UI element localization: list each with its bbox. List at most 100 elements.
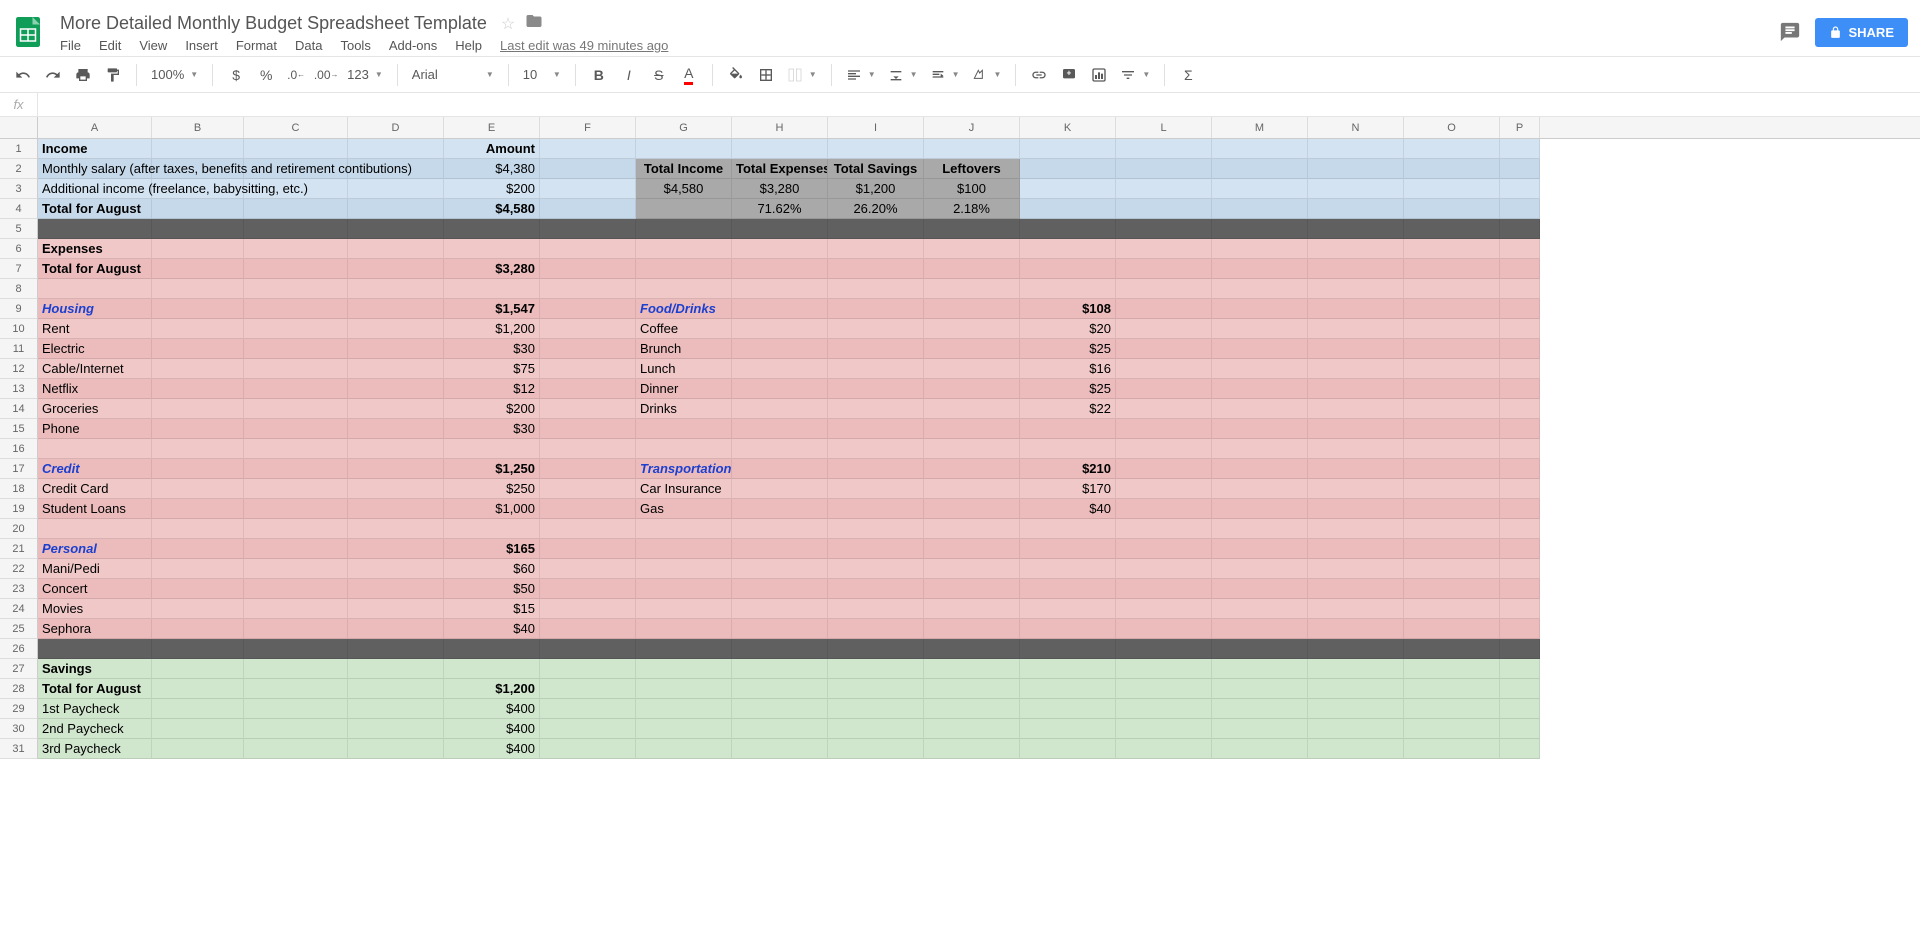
cell-I23[interactable] xyxy=(828,579,924,599)
cell-L24[interactable] xyxy=(1116,599,1212,619)
fontsize-select[interactable]: 10▼ xyxy=(519,62,565,88)
cell-O20[interactable] xyxy=(1404,519,1500,539)
cell-B6[interactable] xyxy=(152,239,244,259)
cell-F5[interactable] xyxy=(540,219,636,239)
cell-L15[interactable] xyxy=(1116,419,1212,439)
cell-G20[interactable] xyxy=(636,519,732,539)
cell-L22[interactable] xyxy=(1116,559,1212,579)
cell-K15[interactable] xyxy=(1020,419,1116,439)
cell-A13[interactable]: Netflix xyxy=(38,379,152,399)
cell-A31[interactable]: 3rd Paycheck xyxy=(38,739,152,759)
cell-P28[interactable] xyxy=(1500,679,1540,699)
cell-N27[interactable] xyxy=(1308,659,1404,679)
cell-I11[interactable] xyxy=(828,339,924,359)
cell-C29[interactable] xyxy=(244,699,348,719)
cell-G10[interactable]: Coffee xyxy=(636,319,732,339)
cell-M27[interactable] xyxy=(1212,659,1308,679)
cell-O30[interactable] xyxy=(1404,719,1500,739)
cell-B26[interactable] xyxy=(152,639,244,659)
cell-K14[interactable]: $22 xyxy=(1020,399,1116,419)
cell-P22[interactable] xyxy=(1500,559,1540,579)
menu-tools[interactable]: Tools xyxy=(340,38,370,53)
cell-P24[interactable] xyxy=(1500,599,1540,619)
cell-F16[interactable] xyxy=(540,439,636,459)
cell-A3[interactable]: Additional income (freelance, babysittin… xyxy=(38,179,152,199)
cell-N28[interactable] xyxy=(1308,679,1404,699)
cell-H3[interactable]: $3,280 xyxy=(732,179,828,199)
cell-E14[interactable]: $200 xyxy=(444,399,540,419)
cell-B22[interactable] xyxy=(152,559,244,579)
cell-L29[interactable] xyxy=(1116,699,1212,719)
cell-A21[interactable]: Personal xyxy=(38,539,152,559)
cell-P9[interactable] xyxy=(1500,299,1540,319)
cell-E3[interactable]: $200 xyxy=(444,179,540,199)
cell-P16[interactable] xyxy=(1500,439,1540,459)
cell-F18[interactable] xyxy=(540,479,636,499)
cell-L14[interactable] xyxy=(1116,399,1212,419)
cell-I28[interactable] xyxy=(828,679,924,699)
rowhdr-14[interactable]: 14 xyxy=(0,399,38,419)
cell-D15[interactable] xyxy=(348,419,444,439)
comments-icon[interactable] xyxy=(1779,21,1801,43)
rowhdr-1[interactable]: 1 xyxy=(0,139,38,159)
cell-P21[interactable] xyxy=(1500,539,1540,559)
cell-L1[interactable] xyxy=(1116,139,1212,159)
cell-O29[interactable] xyxy=(1404,699,1500,719)
cell-G21[interactable] xyxy=(636,539,732,559)
menu-addons[interactable]: Add-ons xyxy=(389,38,437,53)
cell-K27[interactable] xyxy=(1020,659,1116,679)
menu-edit[interactable]: Edit xyxy=(99,38,121,53)
cell-N19[interactable] xyxy=(1308,499,1404,519)
cell-P20[interactable] xyxy=(1500,519,1540,539)
number-format-select[interactable]: 123▼ xyxy=(343,62,387,88)
cell-O12[interactable] xyxy=(1404,359,1500,379)
menu-help[interactable]: Help xyxy=(455,38,482,53)
cell-J27[interactable] xyxy=(924,659,1020,679)
cell-P12[interactable] xyxy=(1500,359,1540,379)
cell-L17[interactable] xyxy=(1116,459,1212,479)
cell-O21[interactable] xyxy=(1404,539,1500,559)
cell-M1[interactable] xyxy=(1212,139,1308,159)
text-color-icon[interactable]: A xyxy=(676,62,702,88)
cell-K29[interactable] xyxy=(1020,699,1116,719)
cell-J19[interactable] xyxy=(924,499,1020,519)
cell-E23[interactable]: $50 xyxy=(444,579,540,599)
cell-G31[interactable] xyxy=(636,739,732,759)
borders-icon[interactable] xyxy=(753,62,779,88)
cell-N4[interactable] xyxy=(1308,199,1404,219)
cell-H6[interactable] xyxy=(732,239,828,259)
functions-icon[interactable]: Σ xyxy=(1175,62,1201,88)
cell-N7[interactable] xyxy=(1308,259,1404,279)
cell-M22[interactable] xyxy=(1212,559,1308,579)
cell-P14[interactable] xyxy=(1500,399,1540,419)
cell-D19[interactable] xyxy=(348,499,444,519)
cell-M16[interactable] xyxy=(1212,439,1308,459)
colhdr-O[interactable]: O xyxy=(1404,117,1500,138)
cell-B31[interactable] xyxy=(152,739,244,759)
cell-O13[interactable] xyxy=(1404,379,1500,399)
cell-J8[interactable] xyxy=(924,279,1020,299)
cell-I20[interactable] xyxy=(828,519,924,539)
cell-P29[interactable] xyxy=(1500,699,1540,719)
cell-M20[interactable] xyxy=(1212,519,1308,539)
decrease-decimal-icon[interactable]: .0← xyxy=(283,62,309,88)
redo-icon[interactable] xyxy=(40,62,66,88)
cell-H11[interactable] xyxy=(732,339,828,359)
cell-O3[interactable] xyxy=(1404,179,1500,199)
cell-P5[interactable] xyxy=(1500,219,1540,239)
cell-O16[interactable] xyxy=(1404,439,1500,459)
cell-D31[interactable] xyxy=(348,739,444,759)
cell-I29[interactable] xyxy=(828,699,924,719)
cell-C27[interactable] xyxy=(244,659,348,679)
cell-G22[interactable] xyxy=(636,559,732,579)
cell-F4[interactable] xyxy=(540,199,636,219)
cell-G11[interactable]: Brunch xyxy=(636,339,732,359)
cell-L6[interactable] xyxy=(1116,239,1212,259)
cell-C9[interactable] xyxy=(244,299,348,319)
cell-B14[interactable] xyxy=(152,399,244,419)
rowhdr-19[interactable]: 19 xyxy=(0,499,38,519)
rowhdr-20[interactable]: 20 xyxy=(0,519,38,539)
cell-J23[interactable] xyxy=(924,579,1020,599)
cell-E22[interactable]: $60 xyxy=(444,559,540,579)
cell-F1[interactable] xyxy=(540,139,636,159)
